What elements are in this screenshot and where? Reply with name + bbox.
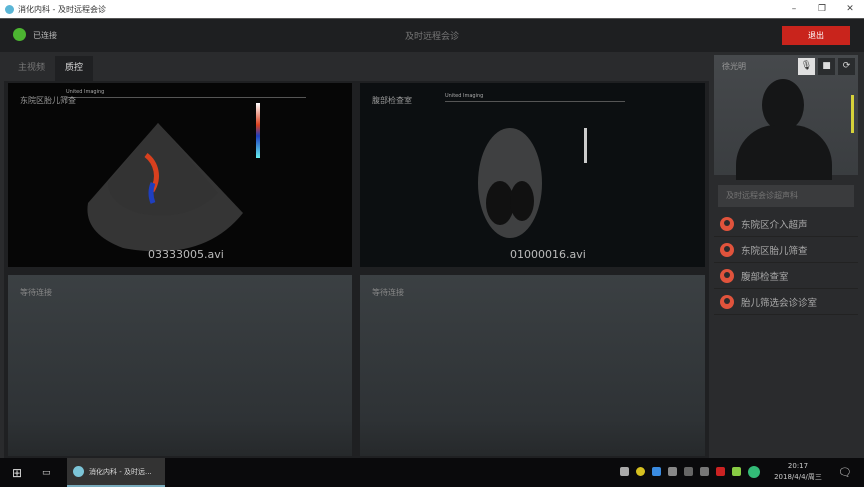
room-label: 胎儿筛选会诊诊室 bbox=[741, 297, 818, 309]
waiting-label: 等待连接 bbox=[20, 288, 52, 297]
user-icon bbox=[720, 242, 734, 257]
app-icon bbox=[73, 466, 84, 477]
audio-level-bar bbox=[851, 95, 854, 133]
video-panel-2[interactable]: United Imaging 腹部检查室 01000016.avi bbox=[360, 83, 705, 267]
network-icon[interactable] bbox=[668, 467, 677, 476]
wifi-icon[interactable] bbox=[684, 467, 693, 476]
list-item[interactable]: 东院区胎儿筛查 bbox=[714, 237, 858, 263]
video-panel-3[interactable]: 等待连接 bbox=[8, 275, 352, 456]
tray-icon[interactable] bbox=[636, 467, 645, 476]
camera-icon[interactable]: ■ bbox=[818, 58, 835, 75]
refresh-icon[interactable]: ⟳ bbox=[838, 58, 855, 75]
tab-quality-control[interactable]: 质控 bbox=[55, 56, 94, 81]
avatar-shoulders bbox=[736, 125, 832, 180]
video-grid: United Imaging 东院区胎儿筛查 03333005.avi Unit… bbox=[4, 81, 709, 458]
video-panel-1[interactable]: United Imaging 东院区胎儿筛查 03333005.avi bbox=[8, 83, 352, 267]
app-window: 已连接 及时远程会诊 退出 主视频 质控 United Imaging 东院区胎… bbox=[0, 18, 864, 458]
tray-icon[interactable] bbox=[748, 466, 760, 478]
taskbar-app-button[interactable]: 消化内科 - 及时远... bbox=[67, 458, 165, 487]
user-icon bbox=[720, 294, 734, 309]
exit-button[interactable]: 退出 bbox=[782, 26, 850, 45]
windows-start-icon[interactable]: ⊞ bbox=[12, 458, 22, 487]
taskbar: ⊞ ▭ 消化内科 - 及时远... 20:17 2018/4/4/周三 🗨 bbox=[0, 458, 864, 487]
app-icon bbox=[5, 4, 14, 14]
video-filename: 01000016.avi bbox=[510, 248, 586, 261]
room-label: 东院区胎儿筛查 bbox=[741, 245, 808, 257]
taskbar-app-label: 消化内科 - 及时远... bbox=[89, 467, 152, 476]
room-label: 腹部检查室 bbox=[741, 271, 789, 283]
room-label: 东院区介入超声 bbox=[741, 219, 808, 231]
panel-label: 东院区胎儿筛查 bbox=[20, 96, 76, 105]
minimize-button[interactable]: – bbox=[780, 0, 808, 18]
window-title: 消化内科 - 及时远程会诊 bbox=[18, 4, 106, 14]
page-title: 及时远程会诊 bbox=[404, 32, 459, 42]
video-filename: 03333005.avi bbox=[148, 248, 224, 261]
tab-main-video[interactable]: 主视频 bbox=[8, 56, 55, 81]
ultrasound-image bbox=[478, 128, 587, 238]
device-brand: United Imaging bbox=[445, 93, 625, 102]
search-input[interactable] bbox=[718, 185, 854, 207]
clock-date: 2018/4/4/周三 bbox=[774, 473, 822, 481]
tray-icon[interactable] bbox=[652, 467, 661, 476]
local-camera-view: 徐光明 🎙 ■ ⟳ bbox=[714, 55, 858, 180]
panel-label: 腹部检查室 bbox=[372, 96, 412, 105]
close-button[interactable]: ✕ bbox=[836, 0, 864, 18]
clock-time: 20:17 bbox=[787, 462, 809, 470]
avatar-silhouette bbox=[762, 79, 804, 131]
ultrasound-image bbox=[87, 103, 260, 252]
camera-user-name: 徐光明 bbox=[722, 62, 746, 71]
system-tray bbox=[620, 466, 760, 478]
tray-icon[interactable] bbox=[620, 467, 629, 476]
sidebar: 徐光明 🎙 ■ ⟳ 东院区介入超声 东院区胎儿筛查 腹部检查室 胎儿筛选会诊诊室 bbox=[714, 55, 858, 458]
list-item[interactable]: 胎儿筛选会诊诊室 bbox=[714, 289, 858, 315]
app-header: 已连接 及时远程会诊 退出 bbox=[0, 18, 864, 52]
tray-icon[interactable] bbox=[716, 467, 725, 476]
list-item[interactable]: 腹部检查室 bbox=[714, 263, 858, 289]
microphone-icon[interactable]: 🎙 bbox=[798, 58, 815, 75]
maximize-button[interactable]: ❐ bbox=[808, 0, 836, 18]
shield-icon[interactable] bbox=[732, 467, 741, 476]
window-titlebar: 消化内科 - 及时远程会诊 – ❐ ✕ bbox=[0, 0, 864, 18]
volume-icon[interactable] bbox=[700, 467, 709, 476]
system-clock[interactable]: 20:17 2018/4/4/周三 bbox=[770, 461, 826, 483]
waiting-label: 等待连接 bbox=[372, 288, 404, 297]
user-icon bbox=[720, 268, 734, 283]
notification-icon[interactable]: 🗨 bbox=[838, 458, 852, 487]
list-item[interactable]: 东院区介入超声 bbox=[714, 211, 858, 237]
task-view-icon[interactable]: ▭ bbox=[42, 458, 51, 487]
tab-bar: 主视频 质控 bbox=[8, 56, 94, 81]
user-icon bbox=[720, 216, 734, 231]
video-panel-4[interactable]: 等待连接 bbox=[360, 275, 705, 456]
device-brand: United Imaging bbox=[66, 89, 306, 98]
room-list: 东院区介入超声 东院区胎儿筛查 腹部检查室 胎儿筛选会诊诊室 bbox=[714, 211, 858, 315]
